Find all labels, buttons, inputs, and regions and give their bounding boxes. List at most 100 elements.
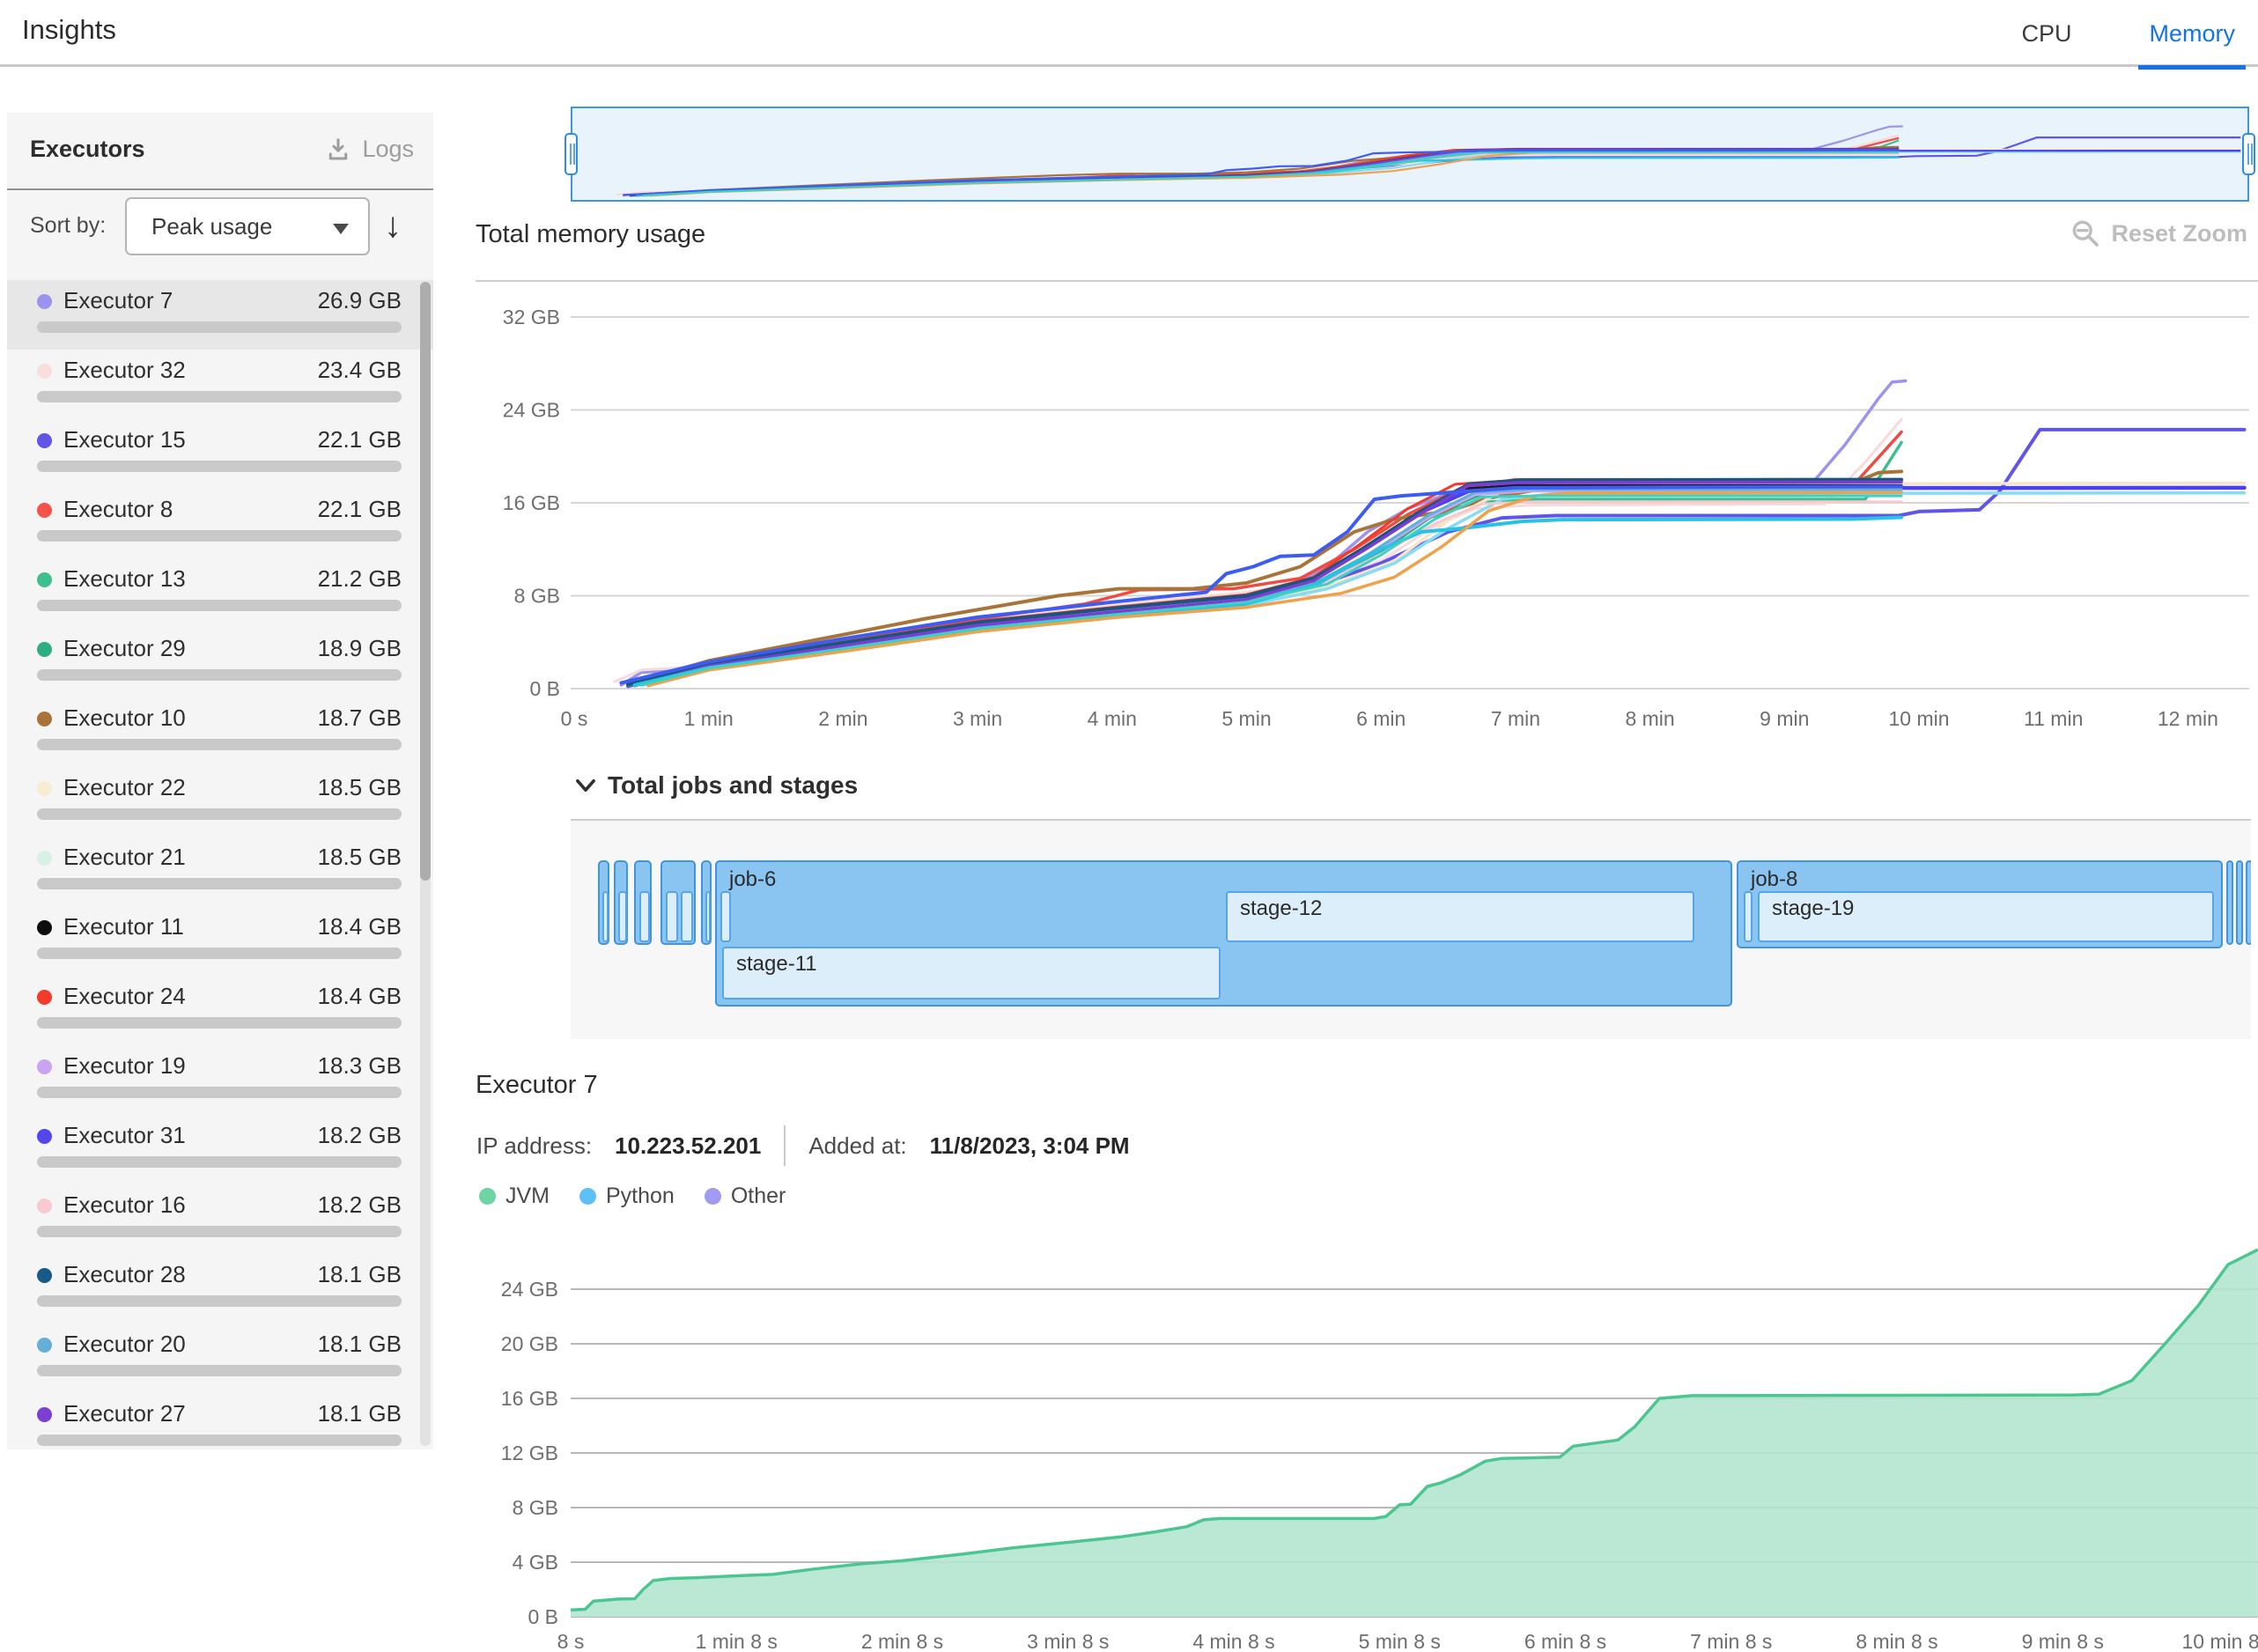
stage-bar-small[interactable]	[681, 891, 693, 942]
stage-bar-small[interactable]	[639, 891, 650, 942]
legend-label: JVM	[505, 1184, 550, 1209]
legend-color-dot	[579, 1188, 596, 1205]
executor-usage-bar	[37, 1226, 402, 1237]
legend-label: Python	[606, 1184, 675, 1209]
executors-panel-header: Executors Logs	[7, 113, 433, 188]
x-axis-tick-label: 8 min	[1625, 707, 1674, 730]
executor-row[interactable]: Executor 2718.1 GB	[7, 1393, 433, 1449]
sort-row: Sort by: Peak usage ↓	[7, 190, 433, 264]
job-bar-small[interactable]	[598, 860, 609, 945]
x-axis-tick-label: 11 min	[2024, 707, 2083, 730]
legend-item[interactable]: Other	[705, 1184, 786, 1209]
executor-peak-value: 18.4 GB	[318, 913, 402, 940]
brush-handle-left[interactable]	[564, 133, 578, 175]
stage-bar[interactable]	[1744, 891, 1753, 942]
executor-color-dot	[37, 433, 52, 448]
y-axis-tick-label: 12 GB	[501, 1442, 558, 1464]
executor-row[interactable]: Executor 1018.7 GB	[7, 697, 433, 767]
executor-color-dot	[37, 294, 52, 309]
added-at-value: 11/8/2023, 3:04 PM	[930, 1132, 1130, 1160]
executor-row[interactable]: Executor 2418.4 GB	[7, 976, 433, 1045]
executor-peak-value: 26.9 GB	[318, 287, 402, 314]
executor-usage-bar	[37, 878, 402, 889]
executor-row[interactable]: Executor 1522.1 GB	[7, 419, 433, 489]
stage-bar[interactable]: stage-12	[1226, 891, 1694, 942]
stage-bar-small[interactable]	[666, 891, 678, 942]
job-bar-small[interactable]	[2236, 860, 2243, 945]
stage-bar-small[interactable]	[705, 891, 711, 942]
executor-row[interactable]: Executor 2118.5 GB	[7, 837, 433, 906]
executor-usage-bar	[37, 600, 402, 611]
sidebar-scrollbar-thumb[interactable]	[420, 282, 431, 881]
job-bar-small[interactable]	[634, 860, 652, 945]
total-memory-line-chart[interactable]: 0 B8 GB16 GB24 GB32 GB0 s1 min2 min3 min…	[476, 291, 2258, 740]
x-axis-tick-label: 4 min	[1088, 707, 1137, 730]
executor-peak-value: 18.9 GB	[318, 635, 402, 662]
executor-color-dot	[37, 1129, 52, 1144]
sort-select[interactable]: Peak usage	[125, 197, 370, 255]
executor-usage-bar	[37, 1434, 402, 1446]
logs-button[interactable]: Logs	[325, 136, 414, 163]
executor-row[interactable]: Executor 2818.1 GB	[7, 1254, 433, 1324]
executor-name: Executor 31	[63, 1122, 186, 1149]
job-bar-small[interactable]	[2226, 860, 2233, 945]
sidebar-scrollbar[interactable]	[420, 282, 431, 1446]
stage-bar[interactable]	[720, 891, 731, 942]
x-axis-tick-label: 2 min 8 s	[861, 1630, 943, 1652]
zoom-brush-minimap[interactable]	[571, 107, 2249, 202]
executor-row[interactable]: Executor 1618.2 GB	[7, 1184, 433, 1254]
stage-bar-small[interactable]	[618, 891, 627, 942]
active-tab-underline	[2138, 65, 2246, 70]
executor-row[interactable]: Executor 1118.4 GB	[7, 906, 433, 976]
executor-color-dot	[37, 1338, 52, 1353]
y-axis-tick-label: 4 GB	[513, 1551, 558, 1574]
stage-bar[interactable]: stage-19	[1758, 891, 2214, 942]
legend-item[interactable]: Python	[579, 1184, 675, 1209]
stage-bar-small[interactable]	[602, 891, 609, 942]
job-bar-small[interactable]	[614, 860, 628, 945]
jobs-stages-title: Total jobs and stages	[608, 771, 858, 800]
y-axis-tick-label: 20 GB	[501, 1332, 558, 1355]
executor-usage-bar	[37, 1017, 402, 1029]
executor-usage-bar	[37, 1087, 402, 1098]
executor-row[interactable]: Executor 726.9 GB	[7, 280, 433, 350]
executor-name: Executor 13	[63, 565, 186, 593]
x-axis-tick-label: 7 min 8 s	[1690, 1630, 1772, 1652]
job-bar[interactable]: job-6stage-12stage-11	[715, 860, 1732, 1007]
executor-area-chart[interactable]: 0 B4 GB8 GB12 GB16 GB20 GB24 GB8 s1 min …	[476, 1233, 2258, 1652]
executor-name: Executor 24	[63, 983, 186, 1010]
jobs-stages-header[interactable]: Total jobs and stages	[574, 771, 858, 800]
job-bar-small[interactable]	[2246, 860, 2251, 945]
stage-bar[interactable]: stage-11	[722, 947, 1221, 999]
x-axis-tick-label: 0 s	[561, 707, 588, 730]
tab-memory[interactable]: Memory	[2138, 0, 2246, 67]
executor-row[interactable]: Executor 2218.5 GB	[7, 767, 433, 837]
job-bar-small[interactable]	[660, 860, 696, 945]
executor-name: Executor 28	[63, 1261, 186, 1288]
reset-zoom-button[interactable]: Reset Zoom	[2070, 218, 2247, 248]
executor-row[interactable]: Executor 3223.4 GB	[7, 350, 433, 419]
executor-peak-value: 18.1 GB	[318, 1331, 402, 1358]
executor-row[interactable]: Executor 2918.9 GB	[7, 628, 433, 697]
executor-detail-title: Executor 7	[476, 1071, 598, 1100]
job-label: job-8	[1751, 867, 1797, 892]
executor-row[interactable]: Executor 13 21.2 GB	[7, 558, 433, 628]
job-bar[interactable]: job-8stage-19	[1737, 860, 2223, 948]
executor-peak-value: 21.2 GB	[318, 565, 402, 593]
executor-row[interactable]: Executor 2018.1 GB	[7, 1324, 433, 1393]
sort-by-label: Sort by:	[30, 213, 106, 239]
sort-direction-button[interactable]: ↓	[384, 199, 402, 252]
executor-usage-bar	[37, 1156, 402, 1168]
y-axis-tick-label: 0 B	[528, 1605, 558, 1628]
executor-color-dot	[37, 851, 52, 866]
tab-cpu[interactable]: CPU	[2011, 0, 2082, 67]
executor-row[interactable]: Executor 3118.2 GB	[7, 1115, 433, 1184]
executor-row[interactable]: Executor 822.1 GB	[7, 489, 433, 558]
job-bar-small[interactable]	[701, 860, 712, 945]
executor-color-dot	[37, 572, 52, 587]
executor-row[interactable]: Executor 1918.3 GB	[7, 1045, 433, 1115]
legend-item[interactable]: JVM	[479, 1184, 550, 1209]
executor-name: Executor 10	[63, 704, 186, 732]
memory-chart-title: Total memory usage	[476, 220, 705, 249]
brush-handle-right[interactable]	[2242, 133, 2255, 175]
